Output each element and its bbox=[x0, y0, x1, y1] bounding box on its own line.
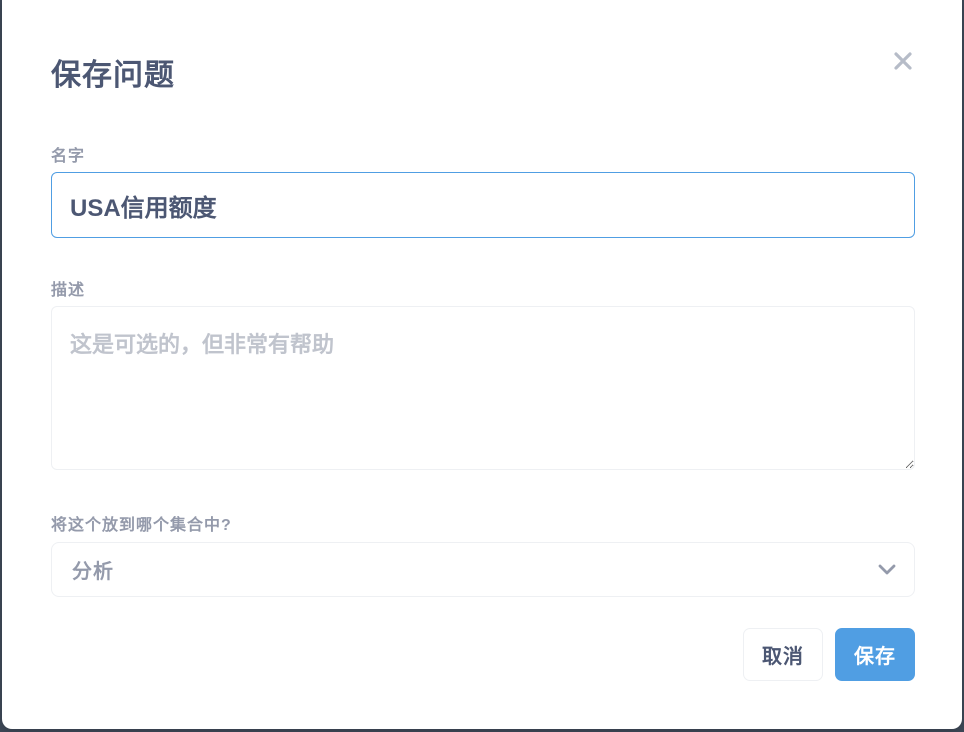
save-question-dialog: 保存问题 名字 描述 将这个放到哪个集合中? 分析 取消 保存 bbox=[2, 0, 962, 729]
description-textarea[interactable] bbox=[51, 306, 915, 470]
cancel-button[interactable]: 取消 bbox=[743, 628, 823, 681]
collection-field-label: 将这个放到哪个集合中? bbox=[51, 517, 232, 534]
chevron-down-icon bbox=[878, 564, 896, 574]
save-button[interactable]: 保存 bbox=[835, 628, 915, 681]
close-icon bbox=[894, 52, 912, 70]
description-field-label: 描述 bbox=[51, 282, 86, 299]
name-input[interactable] bbox=[51, 172, 915, 238]
collection-select[interactable]: 分析 bbox=[51, 542, 915, 597]
dialog-title: 保存问题 bbox=[51, 59, 175, 92]
close-button[interactable] bbox=[890, 48, 916, 74]
name-field-label: 名字 bbox=[51, 148, 86, 165]
collection-selected-value: 分析 bbox=[72, 561, 114, 583]
